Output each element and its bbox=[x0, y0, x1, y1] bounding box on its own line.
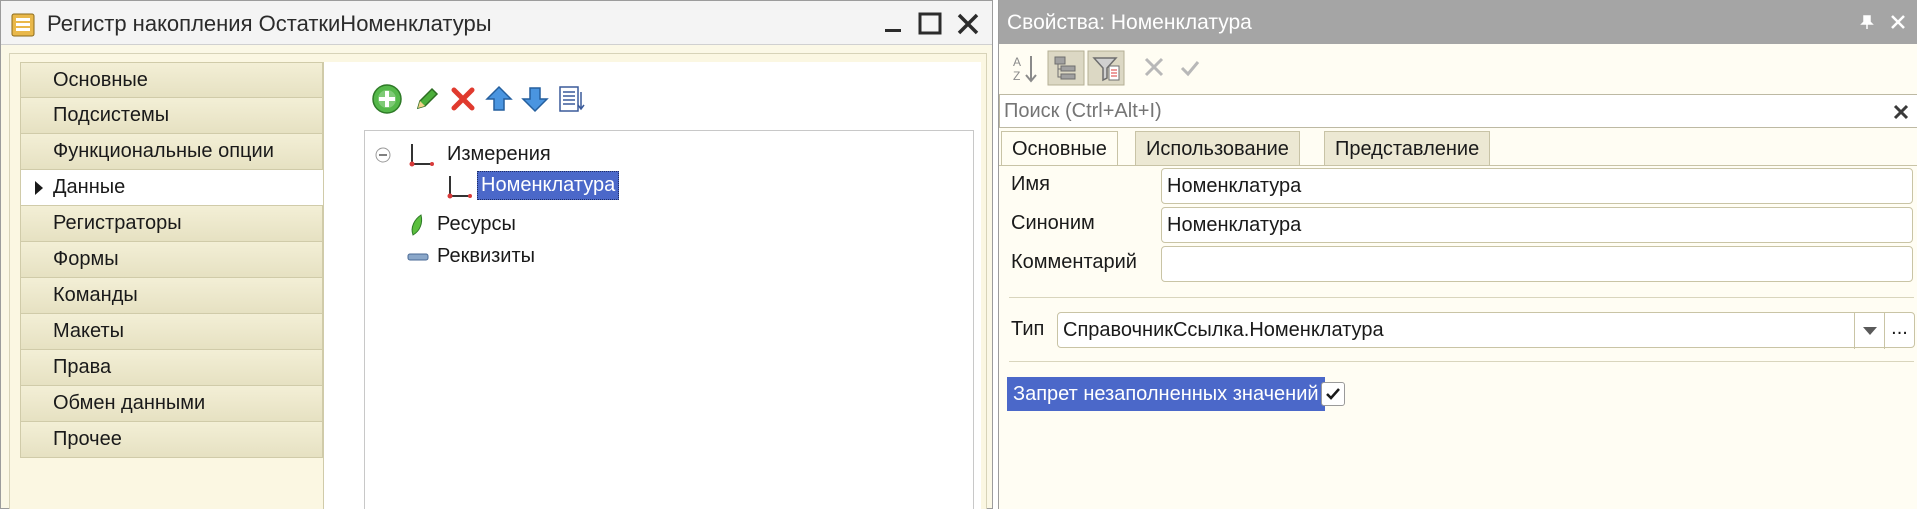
type-more-button[interactable]: ... bbox=[1884, 313, 1914, 349]
sort-az-icon[interactable]: A Z bbox=[1007, 50, 1045, 86]
tree-row-dimensions[interactable]: Измерения bbox=[375, 139, 675, 171]
section-label: Данные bbox=[53, 176, 126, 198]
section-list: Основные Подсистемы Функциональные опции… bbox=[20, 62, 324, 458]
properties-window: Свойства: Номенклатура A Z Поиск (Ctrl+A… bbox=[998, 0, 1917, 509]
section-label: Подсистемы bbox=[53, 104, 170, 126]
section-label: Обмен данными bbox=[53, 392, 206, 414]
section-rights[interactable]: Права bbox=[20, 350, 323, 386]
svg-text:Z: Z bbox=[1013, 69, 1020, 83]
dimension-icon bbox=[409, 144, 434, 167]
section-commands[interactable]: Команды bbox=[20, 278, 323, 314]
close-icon[interactable] bbox=[953, 9, 983, 39]
checkmark-icon bbox=[1326, 388, 1340, 400]
move-up-icon[interactable] bbox=[482, 82, 516, 116]
dimension-icon bbox=[447, 176, 472, 199]
section-data[interactable]: Данные bbox=[20, 170, 324, 206]
fill-check-checkbox[interactable] bbox=[1321, 382, 1345, 406]
section-label: Прочее bbox=[53, 428, 122, 450]
section-label: Регистраторы bbox=[53, 212, 182, 234]
section-other[interactable]: Прочее bbox=[20, 422, 323, 458]
section-templates[interactable]: Макеты bbox=[20, 314, 323, 350]
type-value: СправочникСсылка.Номенклатура bbox=[1063, 319, 1384, 341]
tree-row-resources[interactable]: Ресурсы bbox=[407, 209, 707, 241]
filter-icon[interactable] bbox=[1087, 50, 1125, 86]
tab-usage[interactable]: Использование bbox=[1135, 131, 1300, 165]
data-tree: Измерения Номенклатура Ресурсы Реквизиты bbox=[364, 130, 974, 509]
tree-row-nomenclature[interactable]: Номенклатура bbox=[445, 171, 745, 203]
data-section-pane: Измерения Номенклатура Ресурсы Реквизиты bbox=[323, 62, 981, 509]
fill-check-label[interactable]: Запрет незаполненных значений bbox=[1007, 377, 1325, 411]
register-editor-body: Основные Подсистемы Функциональные опции… bbox=[9, 53, 987, 509]
tab-presentation[interactable]: Представление bbox=[1324, 131, 1491, 165]
resource-icon bbox=[411, 214, 423, 236]
section-label: Команды bbox=[53, 284, 138, 306]
section-main[interactable]: Основные bbox=[20, 62, 323, 98]
name-field[interactable]: Номенклатура bbox=[1161, 168, 1913, 204]
name-label: Имя bbox=[1011, 173, 1050, 195]
section-data-exchange[interactable]: Обмен данными bbox=[20, 386, 323, 422]
register-window: Регистр накопления ОстаткиНоменклатуры О… bbox=[0, 0, 993, 509]
comment-field[interactable] bbox=[1161, 246, 1913, 282]
pin-icon[interactable] bbox=[1859, 14, 1875, 30]
chevron-down-icon bbox=[1863, 327, 1877, 335]
tab-main[interactable]: Основные bbox=[1001, 131, 1118, 166]
svg-text:A: A bbox=[1013, 55, 1021, 69]
separator bbox=[1009, 297, 1914, 298]
cancel-icon[interactable] bbox=[1135, 50, 1173, 86]
register-window-title: Регистр накопления ОстаткиНоменклатуры bbox=[47, 11, 492, 36]
type-dropdown-button[interactable] bbox=[1854, 313, 1884, 349]
separator bbox=[1009, 361, 1914, 362]
properties-search-input[interactable] bbox=[1004, 97, 1864, 125]
section-label: Формы bbox=[53, 248, 119, 270]
synonym-field[interactable]: Номенклатура bbox=[1161, 207, 1913, 243]
section-subsystems[interactable]: Подсистемы bbox=[20, 98, 323, 134]
edit-pencil-icon[interactable] bbox=[410, 82, 444, 116]
active-section-arrow-icon bbox=[35, 181, 43, 195]
add-icon[interactable] bbox=[370, 82, 404, 116]
section-label: Макеты bbox=[53, 320, 124, 342]
register-title-bar: Регистр накопления ОстаткиНоменклатуры bbox=[1, 1, 992, 45]
comment-label: Комментарий bbox=[1011, 251, 1137, 273]
list-icon[interactable] bbox=[554, 82, 588, 116]
move-down-icon[interactable] bbox=[518, 82, 552, 116]
maximize-icon[interactable] bbox=[915, 9, 945, 39]
collapse-icon[interactable] bbox=[375, 147, 391, 163]
tree-row-attributes[interactable]: Реквизиты bbox=[407, 241, 707, 273]
section-functional-options[interactable]: Функциональные опции bbox=[20, 134, 323, 170]
tree-label-nomenclature: Номенклатура bbox=[477, 171, 620, 200]
search-clear-icon[interactable] bbox=[1889, 100, 1913, 124]
tab-main-panel: Имя Номенклатура Синоним Номенклатура Ко… bbox=[999, 165, 1917, 509]
category-view-icon[interactable] bbox=[1047, 50, 1085, 86]
delete-icon[interactable] bbox=[446, 82, 480, 116]
properties-title: Свойства: Номенклатура bbox=[1007, 11, 1252, 34]
section-label: Основные bbox=[53, 69, 148, 91]
type-field[interactable]: СправочникСсылка.Номенклатура ... bbox=[1057, 312, 1915, 349]
tree-label-attributes: Реквизиты bbox=[437, 245, 536, 267]
properties-close-icon[interactable] bbox=[1889, 13, 1907, 31]
synonym-label: Синоним bbox=[1011, 212, 1095, 234]
properties-search-box bbox=[999, 94, 1917, 128]
apply-check-icon[interactable] bbox=[1171, 50, 1209, 86]
accumulation-register-icon bbox=[11, 13, 35, 37]
tree-label-dimensions: Измерения bbox=[447, 143, 551, 165]
type-label: Тип bbox=[1011, 318, 1045, 340]
attribute-icon bbox=[407, 253, 429, 261]
properties-title-bar: Свойства: Номенклатура bbox=[999, 0, 1917, 44]
section-label: Функциональные опции bbox=[53, 140, 274, 162]
section-label: Права bbox=[53, 356, 112, 378]
section-registrars[interactable]: Регистраторы bbox=[20, 206, 323, 242]
section-forms[interactable]: Формы bbox=[20, 242, 323, 278]
tree-label-resources: Ресурсы bbox=[437, 213, 516, 235]
minimize-icon[interactable] bbox=[879, 9, 909, 39]
